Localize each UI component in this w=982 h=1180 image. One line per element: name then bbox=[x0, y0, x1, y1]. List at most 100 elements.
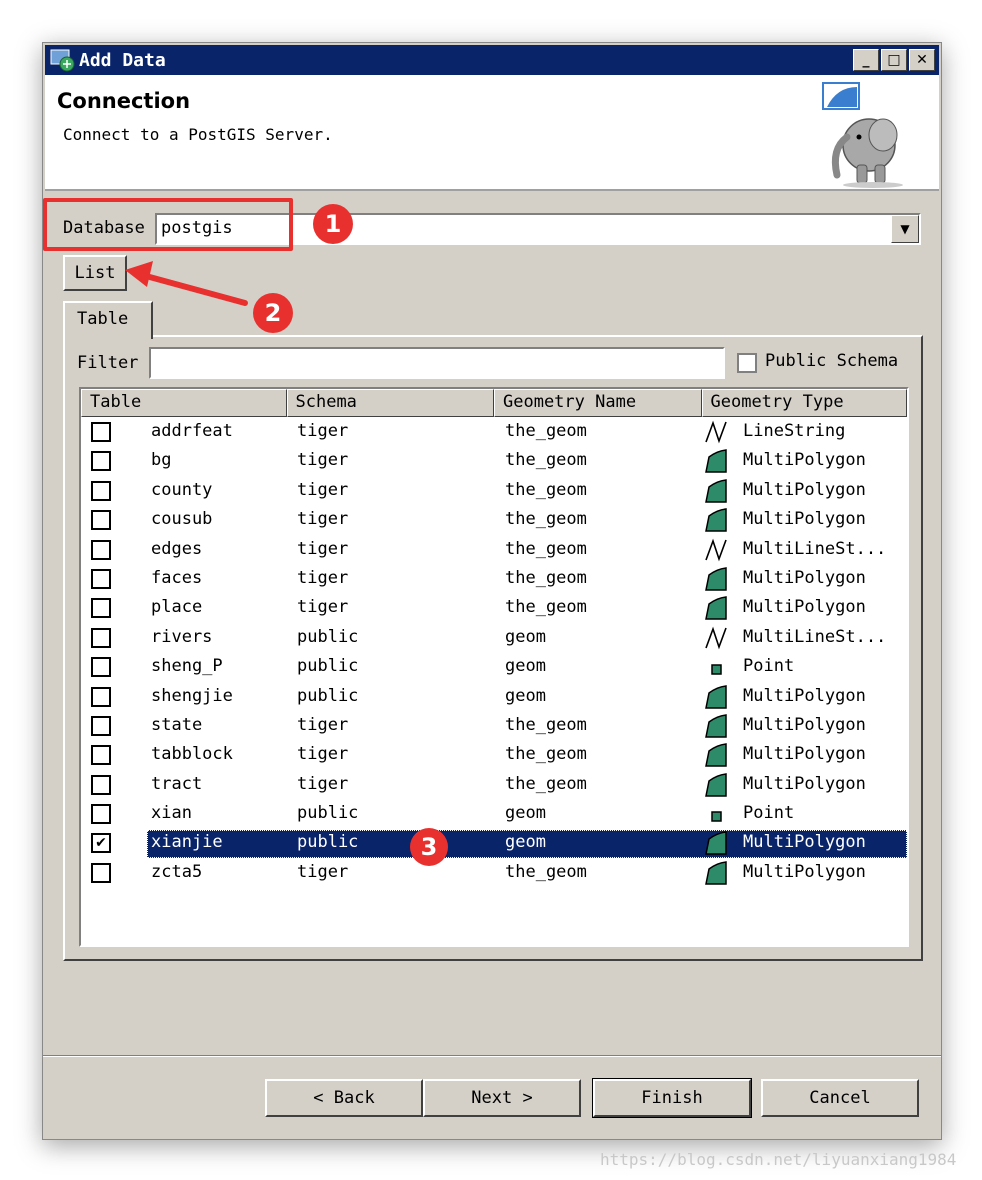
point-icon bbox=[703, 654, 729, 680]
cell-geometry-type: MultiPolygon bbox=[743, 450, 866, 471]
row-checkbox[interactable] bbox=[91, 686, 111, 707]
row-checkbox[interactable] bbox=[91, 657, 111, 678]
cell-geometry-name: the_geom bbox=[505, 597, 587, 618]
row-checkbox[interactable] bbox=[91, 862, 111, 883]
polygon-icon bbox=[703, 684, 729, 710]
filter-label: Filter bbox=[77, 353, 139, 373]
polygon-icon bbox=[703, 742, 729, 768]
cell-schema: public bbox=[297, 685, 359, 706]
column-header-geometry-type[interactable]: Geometry Type bbox=[701, 389, 907, 417]
tables-grid: Table Schema Geometry Name Geometry Type… bbox=[79, 387, 909, 947]
back-button[interactable]: < Back bbox=[265, 1079, 423, 1117]
cell-schema: public bbox=[297, 803, 359, 824]
table-row[interactable]: sheng_P public geom Point bbox=[81, 652, 907, 681]
cell-table-name: shengjie bbox=[151, 685, 233, 706]
filter-input[interactable] bbox=[149, 347, 725, 379]
cell-geometry-name: the_geom bbox=[505, 450, 587, 471]
cell-schema: tiger bbox=[297, 861, 349, 882]
cell-schema: tiger bbox=[297, 597, 349, 618]
row-checkbox[interactable] bbox=[91, 539, 111, 560]
tab-table[interactable]: Table bbox=[63, 301, 153, 339]
table-row[interactable]: xian public geom Point bbox=[81, 799, 907, 828]
postgres-elephant-icon bbox=[822, 82, 903, 188]
table-row[interactable]: ✔ xianjie public geom MultiPolygon bbox=[81, 828, 907, 859]
wizard-header: Connection Connect to a PostGIS Server. bbox=[45, 75, 939, 191]
annotation-marker-2: 2 bbox=[253, 293, 293, 333]
row-checkbox[interactable] bbox=[91, 568, 111, 589]
row-checkbox[interactable] bbox=[91, 745, 111, 766]
watermark: https://blog.csdn.net/liyuanxiang1984 bbox=[600, 1150, 957, 1169]
window-title: Add Data bbox=[79, 49, 166, 71]
polygon-icon bbox=[703, 830, 729, 856]
cell-geometry-type: LineString bbox=[743, 421, 846, 441]
cell-geometry-type: MultiLineSt... bbox=[743, 626, 887, 647]
row-checkbox[interactable] bbox=[91, 715, 111, 736]
cell-geometry-name: geom bbox=[505, 803, 546, 824]
cell-geometry-name: geom bbox=[505, 832, 546, 853]
row-checkbox[interactable]: ✔ bbox=[91, 833, 111, 854]
window-controls: _ □ ✕ bbox=[853, 49, 935, 71]
row-checkbox[interactable] bbox=[91, 480, 111, 501]
polygon-icon bbox=[703, 566, 729, 592]
cell-geometry-name: geom bbox=[505, 656, 546, 677]
page-title: Connection bbox=[57, 89, 191, 113]
cell-schema: tiger bbox=[297, 714, 349, 735]
column-header-geometry-name[interactable]: Geometry Name bbox=[494, 389, 702, 417]
row-checkbox[interactable] bbox=[91, 804, 111, 825]
row-checkbox[interactable] bbox=[91, 598, 111, 619]
cell-geometry-type: MultiPolygon bbox=[743, 685, 866, 706]
line-icon bbox=[703, 537, 729, 563]
cell-schema: tiger bbox=[297, 479, 349, 500]
table-row[interactable]: edges tiger the_geom MultiLineSt... bbox=[81, 535, 907, 564]
cell-table-name: bg bbox=[151, 450, 172, 471]
row-checkbox[interactable] bbox=[91, 627, 111, 648]
cell-schema: tiger bbox=[297, 538, 349, 559]
table-row[interactable]: place tiger the_geom MultiPolygon bbox=[81, 593, 907, 622]
close-button[interactable]: ✕ bbox=[909, 49, 935, 71]
row-checkbox[interactable] bbox=[91, 510, 111, 531]
cell-geometry-name: the_geom bbox=[505, 861, 587, 882]
table-row[interactable]: tract tiger the_geom MultiPolygon bbox=[81, 770, 907, 799]
column-header-table[interactable]: Table bbox=[81, 389, 287, 417]
minimize-button[interactable]: _ bbox=[853, 49, 879, 71]
add-data-dialog: Add Data _ □ ✕ Connection Connect to a P… bbox=[42, 42, 942, 1140]
cancel-button[interactable]: Cancel bbox=[761, 1079, 919, 1117]
cell-table-name: state bbox=[151, 714, 203, 735]
table-row[interactable]: rivers public geom MultiLineSt... bbox=[81, 623, 907, 652]
cell-table-name: xianjie bbox=[151, 832, 223, 853]
cell-geometry-type: MultiPolygon bbox=[743, 597, 866, 618]
cell-geometry-name: geom bbox=[505, 626, 546, 647]
cell-table-name: county bbox=[151, 479, 213, 500]
cell-geometry-name: the_geom bbox=[505, 509, 587, 530]
table-row[interactable]: county tiger the_geom MultiPolygon bbox=[81, 476, 907, 505]
footer-divider bbox=[43, 1055, 941, 1057]
table-row[interactable]: cousub tiger the_geom MultiPolygon bbox=[81, 505, 907, 534]
cell-geometry-type: MultiPolygon bbox=[743, 714, 866, 735]
table-row[interactable]: addrfeat tiger the_geom LineString bbox=[81, 417, 907, 446]
table-row[interactable]: shengjie public geom MultiPolygon bbox=[81, 682, 907, 711]
table-row[interactable]: bg tiger the_geom MultiPolygon bbox=[81, 446, 907, 475]
cell-schema: tiger bbox=[297, 421, 349, 441]
cell-schema: public bbox=[297, 626, 359, 647]
cell-schema: tiger bbox=[297, 509, 349, 530]
public-schema-checkbox[interactable] bbox=[737, 353, 757, 373]
column-header-schema[interactable]: Schema bbox=[286, 389, 494, 417]
row-checkbox[interactable] bbox=[91, 422, 111, 442]
public-schema-label: Public Schema bbox=[765, 351, 899, 371]
cell-geometry-type: Point bbox=[743, 656, 795, 677]
next-button[interactable]: Next > bbox=[423, 1079, 581, 1117]
polygon-icon bbox=[703, 507, 729, 533]
table-row[interactable]: faces tiger the_geom MultiPolygon bbox=[81, 564, 907, 593]
cell-table-name: edges bbox=[151, 538, 203, 559]
row-checkbox[interactable] bbox=[91, 774, 111, 795]
cell-table-name: cousub bbox=[151, 509, 213, 530]
maximize-button[interactable]: □ bbox=[881, 49, 907, 71]
app-icon bbox=[49, 48, 77, 72]
table-row[interactable]: state tiger the_geom MultiPolygon bbox=[81, 711, 907, 740]
table-row[interactable]: zcta5 tiger the_geom MultiPolygon bbox=[81, 858, 907, 887]
row-checkbox[interactable] bbox=[91, 451, 111, 472]
chevron-down-icon[interactable]: ▼ bbox=[891, 215, 919, 243]
table-row[interactable]: tabblock tiger the_geom MultiPolygon bbox=[81, 740, 907, 769]
cell-schema: public bbox=[297, 656, 359, 677]
finish-button[interactable]: Finish bbox=[592, 1078, 752, 1118]
